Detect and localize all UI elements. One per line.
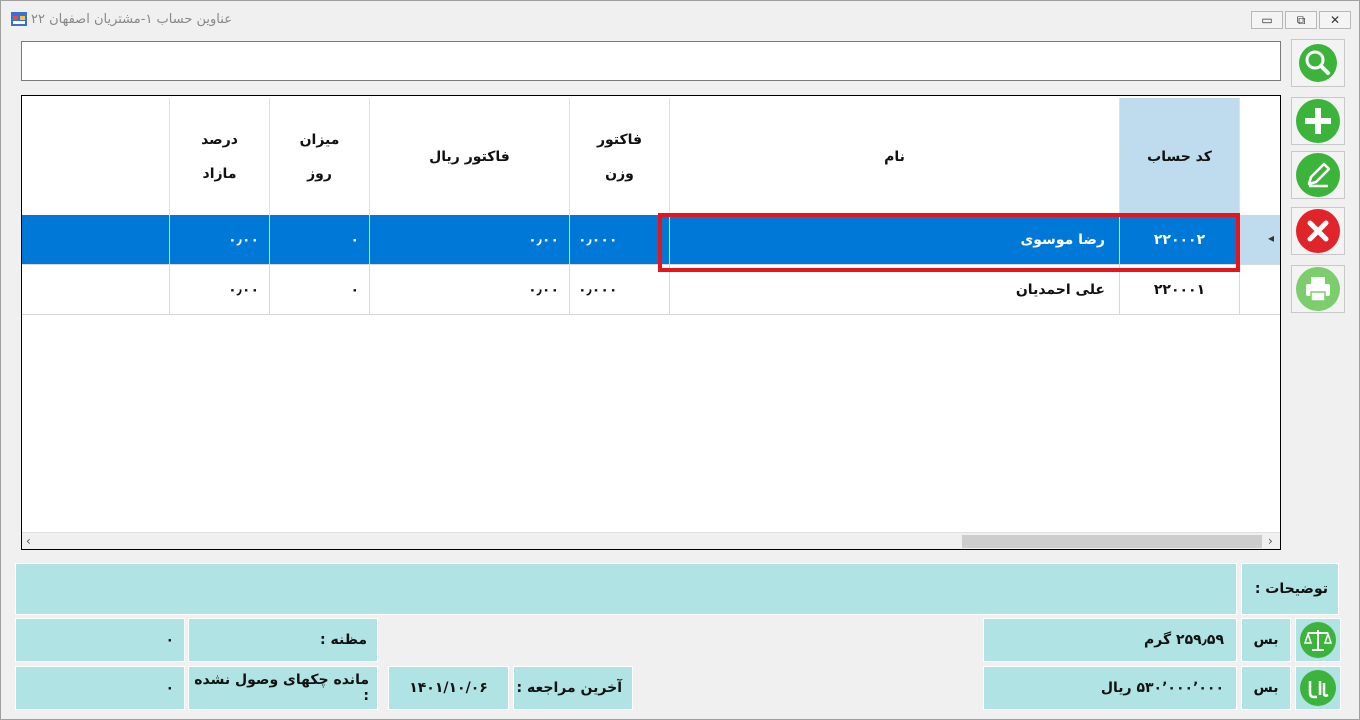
minimize-button[interactable]: ▭ bbox=[1251, 11, 1283, 29]
weight-balance-value: ۲۵۹٫۵۹ گرم bbox=[983, 618, 1237, 662]
horizontal-scrollbar[interactable]: ‹ › bbox=[22, 532, 1280, 549]
add-button[interactable] bbox=[1291, 97, 1345, 145]
column-header-empty bbox=[22, 98, 170, 215]
accounts-grid[interactable]: کد حساب نام فاکتور وزن فاکتور ریال میزان ر… bbox=[21, 95, 1281, 550]
rial-balance-value: ۵۳۰٬۰۰۰٬۰۰۰ ریال bbox=[983, 666, 1237, 710]
close-icon: ✕ bbox=[1329, 13, 1341, 27]
description-label: توضیحات : bbox=[1241, 563, 1339, 615]
scroll-right-icon[interactable]: › bbox=[1268, 534, 1273, 548]
print-icon bbox=[1296, 267, 1340, 311]
last-visit-label: آخرین مراجعه : bbox=[513, 666, 633, 710]
row-header[interactable] bbox=[1240, 265, 1280, 315]
column-header-day-amount[interactable]: میزان روز bbox=[270, 98, 370, 215]
title-bar: عناوین حساب ۱-مشتریان اصفهان ۲۲ ▭ ⧉ ✕ bbox=[1, 1, 1359, 35]
window-title: عناوین حساب ۱-مشتریان اصفهان ۲۲ bbox=[31, 12, 232, 27]
description-field[interactable] bbox=[15, 563, 1237, 615]
search-input[interactable] bbox=[21, 41, 1281, 81]
table-row[interactable]: ۲۲۰۰۰۲ رضا موسوی ۰٫۰۰۰ ۰٫۰۰ ۰ ۰٫۰۰ bbox=[22, 215, 1240, 265]
suspect-label: مظنه : bbox=[188, 618, 378, 662]
scale-button[interactable] bbox=[1295, 618, 1341, 662]
cell-rial-factor[interactable]: ۰٫۰۰ bbox=[370, 265, 570, 315]
column-header-weight-factor[interactable]: فاکتور وزن bbox=[570, 98, 670, 215]
restore-button[interactable]: ⧉ bbox=[1285, 11, 1317, 29]
cell-day-amount[interactable]: ۰ bbox=[270, 265, 370, 315]
weight-unit-label: بس bbox=[1241, 618, 1291, 662]
cell-weight-factor[interactable]: ۰٫۰۰۰ bbox=[570, 265, 670, 315]
cell-empty[interactable] bbox=[22, 215, 170, 265]
print-button[interactable] bbox=[1291, 265, 1345, 313]
column-header-name[interactable]: نام bbox=[670, 98, 1120, 215]
edit-button[interactable] bbox=[1291, 151, 1345, 199]
cell-empty[interactable] bbox=[22, 265, 170, 315]
suspect-value: ۰ bbox=[15, 618, 185, 662]
row-indicator-icon: ◂ bbox=[1268, 231, 1275, 245]
add-icon bbox=[1296, 99, 1340, 143]
cell-weight-factor[interactable]: ۰٫۰۰۰ bbox=[570, 215, 670, 265]
column-header-code[interactable]: کد حساب bbox=[1120, 98, 1240, 215]
uncollected-cheques-label: مانده چکهای وصول نشده : bbox=[188, 666, 378, 710]
column-header-rial-factor[interactable]: فاکتور ریال bbox=[370, 98, 570, 215]
cell-surplus-percent[interactable]: ۰٫۰۰ bbox=[170, 265, 270, 315]
uncollected-cheques-value: ۰ bbox=[15, 666, 185, 710]
rial-unit-label: بس bbox=[1241, 666, 1291, 710]
main-window: عناوین حساب ۱-مشتریان اصفهان ۲۲ ▭ ⧉ ✕ کد… bbox=[0, 0, 1360, 720]
search-button[interactable] bbox=[1291, 39, 1345, 87]
app-icon bbox=[11, 12, 27, 26]
row-header-selected[interactable]: ◂ bbox=[1240, 215, 1280, 265]
cell-name[interactable]: رضا موسوی bbox=[670, 215, 1120, 265]
cell-name[interactable]: علی احمدیان bbox=[670, 265, 1120, 315]
restore-icon: ⧉ bbox=[1296, 12, 1306, 27]
rial-icon bbox=[1300, 670, 1336, 706]
scroll-left-icon[interactable]: ‹ bbox=[26, 534, 31, 548]
edit-icon bbox=[1296, 153, 1340, 197]
search-icon bbox=[1299, 44, 1337, 82]
rial-button[interactable] bbox=[1295, 666, 1341, 710]
cell-surplus-percent[interactable]: ۰٫۰۰ bbox=[170, 215, 270, 265]
column-header-surplus-percent[interactable]: درصد مازاد bbox=[170, 98, 270, 215]
minimize-icon: ▭ bbox=[1261, 13, 1273, 27]
cell-code[interactable]: ۲۲۰۰۰۲ bbox=[1120, 215, 1240, 265]
cell-code[interactable]: ۲۲۰۰۰۱ bbox=[1120, 265, 1240, 315]
table-row[interactable]: ۲۲۰۰۰۱ علی احمدیان ۰٫۰۰۰ ۰٫۰۰ ۰ ۰٫۰۰ bbox=[22, 265, 1240, 315]
scale-icon bbox=[1300, 622, 1336, 658]
close-button[interactable]: ✕ bbox=[1319, 11, 1351, 29]
cell-rial-factor[interactable]: ۰٫۰۰ bbox=[370, 215, 570, 265]
delete-icon bbox=[1296, 209, 1340, 253]
last-visit-value: ۱۴۰۱/۱۰/۰۶ bbox=[388, 666, 509, 710]
scrollbar-thumb[interactable] bbox=[962, 535, 1262, 548]
cell-day-amount[interactable]: ۰ bbox=[270, 215, 370, 265]
delete-button[interactable] bbox=[1291, 207, 1345, 255]
